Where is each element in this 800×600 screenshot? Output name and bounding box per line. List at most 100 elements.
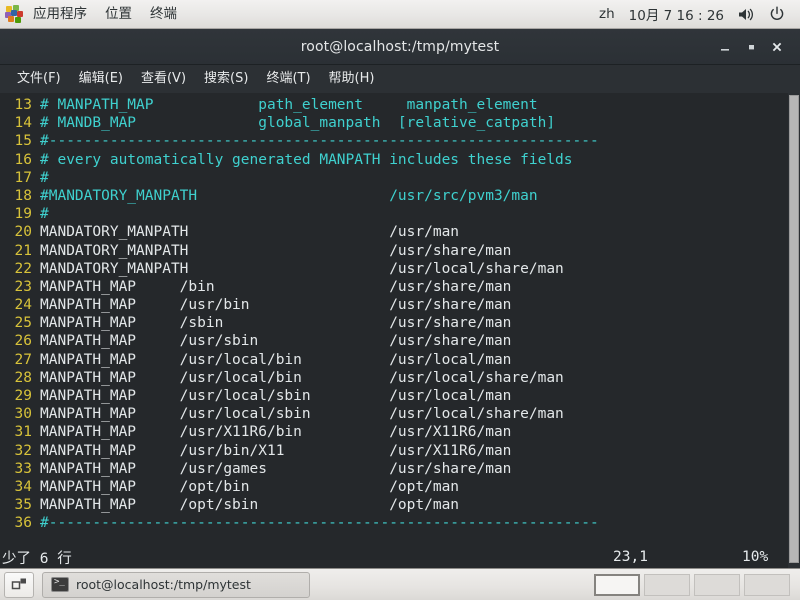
- terminal-line: 16 # every automatically generated MANPA…: [0, 151, 788, 169]
- taskbar-window-title: root@localhost:/tmp/mytest: [76, 577, 251, 592]
- line-number: 23: [14, 278, 32, 295]
- config-text: MANPATH_MAP /usr/local/sbin /usr/local/m…: [40, 388, 512, 404]
- terminal-line: 36 #------------------------------------…: [0, 514, 788, 532]
- line-number: 22: [14, 260, 32, 277]
- cursor-position: 23,1: [613, 549, 648, 565]
- taskbar-window-button[interactable]: root@localhost:/tmp/mytest: [42, 571, 310, 598]
- config-text: MANPATH_MAP /sbin /usr/share/man: [40, 315, 512, 332]
- terminal-line: 22 MANDATORY_MANPATH /usr/local/share/ma…: [0, 260, 788, 278]
- scrollbar-thumb[interactable]: [789, 95, 799, 563]
- menubar: 文件(F) 编辑(E) 查看(V) 搜索(S) 终端(T) 帮助(H): [0, 65, 800, 92]
- config-text: MANPATH_MAP /usr/bin /usr/share/man: [40, 297, 512, 314]
- line-gutter-gap: [32, 514, 40, 532]
- line-number: 34: [14, 478, 32, 495]
- keyboard-layout-indicator[interactable]: zh: [592, 6, 622, 22]
- comment-text: #: [40, 169, 49, 186]
- config-text: MANPATH_MAP /usr/local/bin /usr/local/sh…: [40, 369, 564, 386]
- status-message: 少了 6 行: [2, 550, 72, 567]
- comment-text: # MANPATH_MAP path_element manpath_eleme…: [40, 97, 538, 113]
- terminal-line: 28 MANPATH_MAP /usr/local/bin /usr/local…: [0, 369, 788, 387]
- terminal-line: 35 MANPATH_MAP /opt/sbin /opt/man: [0, 496, 788, 514]
- menu-edit[interactable]: 编辑(E): [70, 67, 132, 90]
- config-text: MANPATH_MAP /usr/local/sbin /usr/local/s…: [40, 406, 564, 423]
- line-number: 36: [14, 515, 32, 532]
- window-titlebar[interactable]: root@localhost:/tmp/mytest: [0, 29, 800, 65]
- panel-menu-terminal[interactable]: 终端: [141, 1, 186, 28]
- power-icon[interactable]: [762, 6, 792, 22]
- terminal-line: 24 MANPATH_MAP /usr/bin /usr/share/man: [0, 296, 788, 314]
- line-gutter-gap: [32, 296, 40, 314]
- workspace-1[interactable]: [594, 573, 640, 596]
- comment-text: # every automatically generated MANPATH …: [40, 151, 573, 168]
- panel-menu-applications[interactable]: 应用程序: [24, 1, 96, 28]
- line-number: 30: [14, 406, 32, 423]
- line-number: 25: [14, 315, 32, 332]
- maximize-icon[interactable]: [738, 34, 764, 60]
- line-gutter-gap: [32, 242, 40, 260]
- window-title: root@localhost:/tmp/mytest: [300, 38, 500, 55]
- minimize-icon[interactable]: [712, 34, 738, 60]
- line-gutter-gap: [32, 132, 40, 150]
- show-desktop-icon[interactable]: [4, 571, 34, 598]
- config-text: MANPATH_MAP /usr/X11R6/bin /usr/X11R6/ma…: [40, 424, 512, 441]
- terminal-line: 34 MANPATH_MAP /opt/bin /opt/man: [0, 478, 788, 496]
- terminal-icon: [51, 577, 69, 592]
- applications-grid-icon[interactable]: [5, 5, 23, 23]
- comment-text: # MANDB_MAP global_manpath [relative_cat…: [40, 115, 556, 132]
- line-gutter-gap: [32, 460, 40, 478]
- config-text: MANPATH_MAP /usr/sbin /usr/share/man: [40, 333, 512, 350]
- line-gutter-gap: [32, 151, 40, 169]
- line-gutter-gap: [32, 387, 40, 405]
- comment-text: #: [40, 206, 49, 223]
- terminal-line: 13 # MANPATH_MAP path_element manpath_el…: [0, 96, 788, 114]
- terminal-line: 29 MANPATH_MAP /usr/local/sbin /usr/loca…: [0, 387, 788, 405]
- line-number: 35: [14, 497, 32, 514]
- terminal-screen[interactable]: 13 # MANPATH_MAP path_element manpath_el…: [0, 93, 800, 568]
- terminal-text-area: 13 # MANPATH_MAP path_element manpath_el…: [0, 94, 788, 533]
- close-icon[interactable]: [764, 34, 790, 60]
- workspace-3[interactable]: [694, 573, 740, 596]
- line-number: 26: [14, 333, 32, 350]
- config-text: MANPATH_MAP /usr/local/bin /usr/local/ma…: [40, 351, 512, 368]
- line-number: 27: [14, 351, 32, 368]
- line-number: 32: [14, 442, 32, 459]
- config-text: MANDATORY_MANPATH /usr/local/share/man: [40, 260, 564, 277]
- clock[interactable]: 10月 7 16 : 26: [622, 4, 731, 24]
- line-gutter-gap: [32, 442, 40, 460]
- menu-search[interactable]: 搜索(S): [195, 67, 257, 90]
- menu-help[interactable]: 帮助(H): [320, 67, 384, 90]
- editor-status-line: 少了 6 行 23,1 10%: [0, 546, 788, 568]
- terminal-line: 14 # MANDB_MAP global_manpath [relative_…: [0, 114, 788, 132]
- config-text: MANDATORY_MANPATH /usr/man: [40, 224, 460, 241]
- top-panel: 应用程序 位置 终端 zh 10月 7 16 : 26: [0, 0, 800, 29]
- line-gutter-gap: [32, 114, 40, 132]
- panel-right-tray: zh 10月 7 16 : 26: [592, 4, 800, 24]
- workspace-switcher: [594, 573, 800, 596]
- line-gutter-gap: [32, 223, 40, 241]
- menu-view[interactable]: 查看(V): [132, 67, 195, 90]
- workspace-4[interactable]: [744, 573, 790, 596]
- window-controls: [712, 34, 800, 60]
- menu-terminal[interactable]: 终端(T): [257, 67, 319, 90]
- terminal-line: 25 MANPATH_MAP /sbin /usr/share/man: [0, 314, 788, 332]
- config-text: MANPATH_MAP /opt/sbin /opt/man: [40, 497, 460, 514]
- terminal-scrollbar[interactable]: [788, 93, 800, 568]
- terminal-line: 15 #------------------------------------…: [0, 132, 788, 150]
- line-number: 17: [14, 169, 32, 186]
- line-gutter-gap: [32, 260, 40, 278]
- workspace-2[interactable]: [644, 573, 690, 596]
- volume-icon[interactable]: [731, 7, 762, 22]
- menu-file[interactable]: 文件(F): [8, 67, 70, 90]
- line-gutter-gap: [32, 278, 40, 296]
- line-number: 16: [14, 151, 32, 168]
- line-gutter-gap: [32, 187, 40, 205]
- taskbar: root@localhost:/tmp/mytest: [0, 568, 800, 600]
- line-gutter-gap: [32, 423, 40, 441]
- panel-menu-places[interactable]: 位置: [96, 1, 141, 28]
- terminal-line: 30 MANPATH_MAP /usr/local/sbin /usr/loca…: [0, 405, 788, 423]
- line-number: 13: [14, 97, 32, 113]
- config-text: MANPATH_MAP /bin /usr/share/man: [40, 278, 512, 295]
- line-number: 18: [14, 187, 32, 204]
- config-text: MANPATH_MAP /usr/bin/X11 /usr/X11R6/man: [40, 442, 512, 459]
- terminal-window: root@localhost:/tmp/mytest 文件(F) 编辑(E) 查…: [0, 29, 800, 568]
